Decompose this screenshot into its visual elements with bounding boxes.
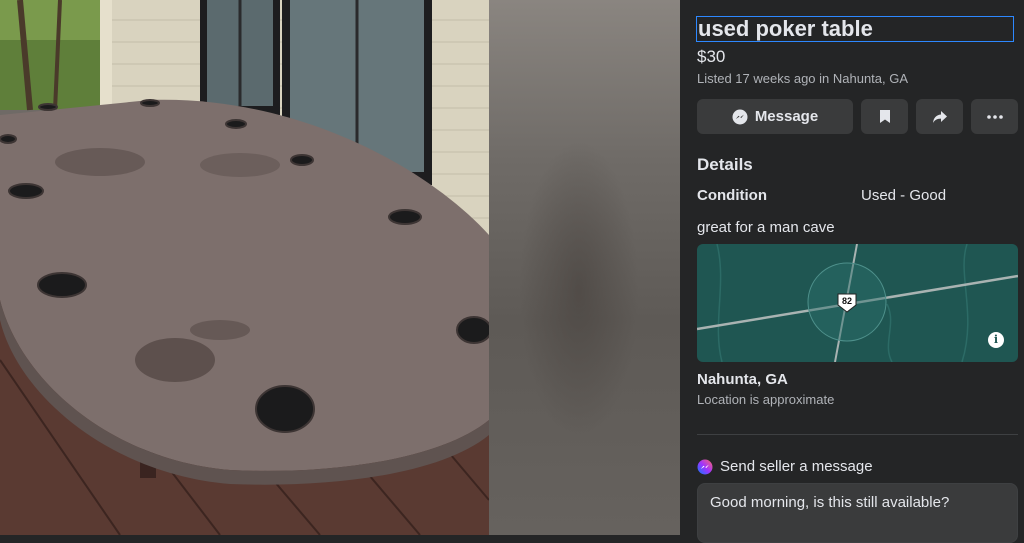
share-button[interactable] <box>916 99 963 134</box>
condition-label: Condition <box>697 187 767 204</box>
more-icon <box>986 114 1003 119</box>
details-heading: Details <box>697 155 753 174</box>
location-name: Nahunta, GA <box>697 371 788 388</box>
route-marker-label: 82 <box>841 296 852 306</box>
seller-message-input[interactable]: Good morning, is this still available? <box>697 483 1018 543</box>
message-button[interactable]: Message <box>697 99 853 134</box>
share-icon <box>932 110 947 123</box>
map-roads <box>697 244 1018 362</box>
listing-price: $30 <box>697 47 726 66</box>
listing-meta: Listed 17 weeks ago in Nahunta, GA <box>697 71 909 86</box>
location-note: Location is approximate <box>697 392 835 407</box>
info-icon[interactable]: i <box>988 332 1004 348</box>
send-message-heading-row: Send seller a message <box>697 458 873 475</box>
messenger-icon <box>732 109 748 124</box>
save-button[interactable] <box>861 99 908 134</box>
location-map[interactable]: 82 i <box>697 244 1018 362</box>
bookmark-icon <box>879 110 890 123</box>
listing-title: used poker table <box>696 16 1014 42</box>
condition-value: Used - Good <box>861 187 947 204</box>
messenger-color-icon <box>697 459 713 474</box>
listing-description: great for a man cave <box>697 219 835 236</box>
message-button-label: Message <box>754 108 819 125</box>
listing-photo[interactable] <box>0 0 489 535</box>
photo-blur-backdrop <box>489 0 680 535</box>
more-options-button[interactable] <box>971 99 1018 134</box>
send-message-heading: Send seller a message <box>720 458 873 475</box>
listing-details-panel: used poker table $30 Listed 17 weeks ago… <box>680 0 1024 543</box>
listing-photo-viewer <box>0 0 680 535</box>
section-divider <box>697 434 1018 435</box>
